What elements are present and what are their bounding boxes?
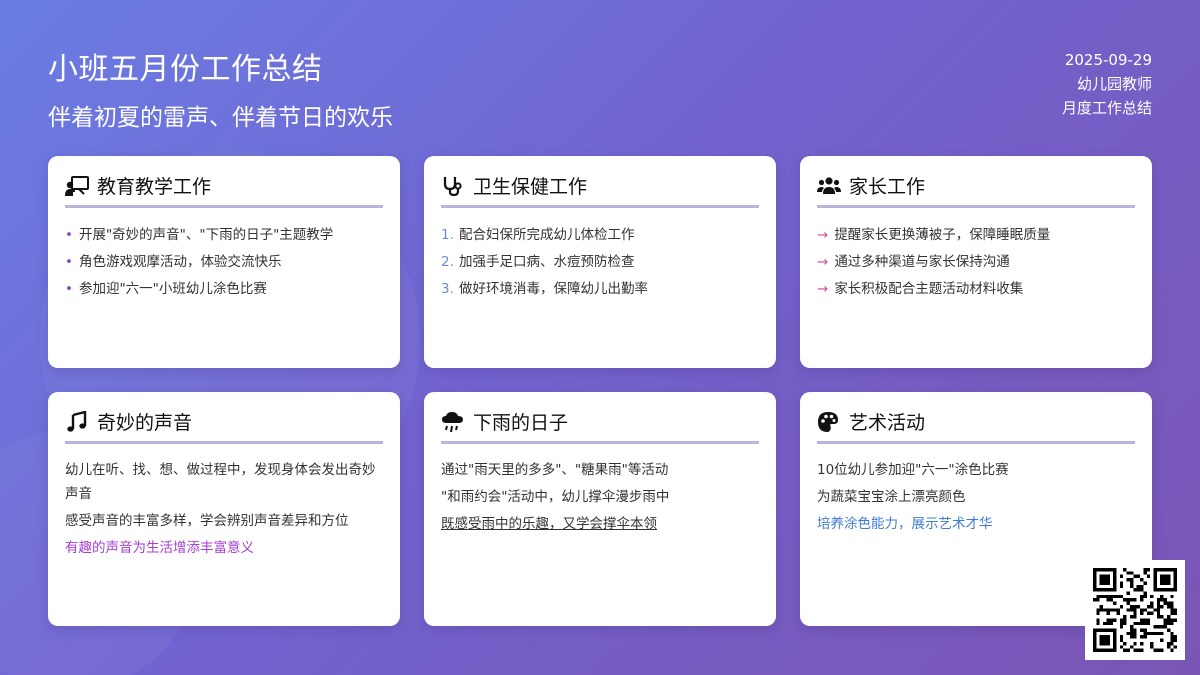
card-rain: 下雨的日子 通过"雨天里的多多"、"糖果雨"等活动 "和雨约会"活动中，幼儿撑伞… <box>424 392 776 626</box>
list-item: • 开展"奇妙的声音"、"下雨的日子"主题教学 <box>65 222 383 249</box>
card-header: 奇妙的声音 <box>65 408 383 444</box>
bullet-icon: • <box>65 281 73 297</box>
list-number: 3. <box>441 281 454 297</box>
paragraph: 10位幼儿参加迎"六一"涂色比赛 <box>817 462 1009 478</box>
card-header: 艺术活动 <box>817 408 1135 444</box>
list-item: 3. 做好环境消毒，保障幼儿出勤率 <box>441 276 759 303</box>
card-title: 下雨的日子 <box>473 412 569 434</box>
date-text: 2025-09-29 <box>1064 51 1152 69</box>
card-title: 家长工作 <box>849 176 926 198</box>
card-education: 教育教学工作 • 开展"奇妙的声音"、"下雨的日子"主题教学 • 角色游戏观摩活动，… <box>48 156 400 368</box>
author-text: 幼儿园教师 <box>1076 75 1152 93</box>
highlight-paragraph: 有趣的声音为生活增添丰富意义 <box>65 540 254 556</box>
music-note-icon <box>67 410 87 432</box>
card-header: 教育教学工作 <box>65 172 383 208</box>
paragraph: "和雨约会"活动中，幼儿撑伞漫步雨中 <box>441 489 670 505</box>
paragraph: 感受声音的丰富多样，学会辨别声音差异和方位 <box>65 513 349 529</box>
bullet-icon: • <box>65 254 73 270</box>
page-meta: 2025-09-29 幼儿园教师 月度工作总结 <box>1062 48 1152 120</box>
paragraph: 为蔬菜宝宝涂上漂亮颜色 <box>817 489 966 505</box>
list-item-text: 家长积极配合主题活动材料收集 <box>834 281 1024 297</box>
page-subtitle: 伴着初夏的雷声、伴着节日的欢乐 <box>48 105 393 131</box>
arrow-right-icon: → <box>817 227 829 243</box>
bullet-icon: • <box>65 227 73 243</box>
list-item: 1. 配合妇保所完成幼儿体检工作 <box>441 222 759 249</box>
list-item: → 提醒家长更换薄被子，保障睡眠质量 <box>817 222 1135 249</box>
card-header: 卫生保健工作 <box>441 172 759 208</box>
underlined-paragraph: 既感受雨中的乐趣，又学会撑伞本领 <box>441 516 657 532</box>
arrow-right-icon: → <box>817 254 829 270</box>
card-title: 教育教学工作 <box>97 176 212 198</box>
list-number: 1. <box>441 227 454 243</box>
list-number: 2. <box>441 254 454 270</box>
list-item-text: 开展"奇妙的声音"、"下雨的日子"主题教学 <box>78 227 334 243</box>
list-item: • 角色游戏观摩活动，体验交流快乐 <box>65 249 383 276</box>
card-health: 卫生保健工作 1. 配合妇保所完成幼儿体检工作 2. 加强手足口病、水痘预防检查 3… <box>424 156 776 368</box>
card-parents: 家长工作 → 提醒家长更换薄被子，保障睡眠质量 → 通过多种渠道与家长保持沟通 → 家… <box>800 156 1152 368</box>
palette-icon <box>818 411 838 432</box>
qr-code-icon <box>1085 560 1185 660</box>
highlight-paragraph: 培养涂色能力，展示艺术才华 <box>817 516 993 532</box>
stethoscope-icon <box>443 176 462 196</box>
arrow-right-icon: → <box>817 281 829 297</box>
doc-type-text: 月度工作总结 <box>1061 99 1152 117</box>
list-item-text: 通过多种渠道与家长保持沟通 <box>834 254 1010 270</box>
page-header: 小班五月份工作总结 伴着初夏的雷声、伴着节日的欢乐 <box>48 44 393 132</box>
card-title: 艺术活动 <box>849 412 926 434</box>
list-item-text: 角色游戏观摩活动，体验交流快乐 <box>78 254 282 270</box>
list-item-text: 提醒家长更换薄被子，保障睡眠质量 <box>834 227 1051 243</box>
paragraph: 幼儿在听、找、想、做过程中，发现身体会发出奇妙声音 <box>65 462 376 502</box>
card-title: 奇妙的声音 <box>97 412 193 434</box>
list-item: → 家长积极配合主题活动材料收集 <box>817 276 1135 303</box>
list-item: → 通过多种渠道与家长保持沟通 <box>817 249 1135 276</box>
card-list: → 提醒家长更换薄被子，保障睡眠质量 → 通过多种渠道与家长保持沟通 → 家长积极配合… <box>817 222 1135 303</box>
list-item-text: 配合妇保所完成幼儿体检工作 <box>459 227 635 243</box>
users-icon <box>817 176 841 194</box>
paragraph: 通过"雨天里的多多"、"糖果雨"等活动 <box>441 462 669 478</box>
card-list: 1. 配合妇保所完成幼儿体检工作 2. 加强手足口病、水痘预防检查 3. 做好环境消毒… <box>441 222 759 303</box>
card-header: 家长工作 <box>817 172 1135 208</box>
list-item-text: 参加迎"六一"小班幼儿涂色比赛 <box>78 281 267 297</box>
cloud-rain-icon <box>442 411 463 432</box>
card-list: • 开展"奇妙的声音"、"下雨的日子"主题教学 • 角色游戏观摩活动，体验交流快乐 … <box>65 222 383 303</box>
list-item-text: 做好环境消毒，保障幼儿出勤率 <box>459 281 648 297</box>
card-grid: 教育教学工作 • 开展"奇妙的声音"、"下雨的日子"主题教学 • 角色游戏观摩活动，… <box>48 156 1152 626</box>
page-title: 小班五月份工作总结 <box>48 52 323 87</box>
list-item-text: 加强手足口病、水痘预防检查 <box>459 254 635 270</box>
list-item: 2. 加强手足口病、水痘预防检查 <box>441 249 759 276</box>
card-sound: 奇妙的声音 幼儿在听、找、想、做过程中，发现身体会发出奇妙声音 感受声音的丰富多… <box>48 392 400 626</box>
card-header: 下雨的日子 <box>441 408 759 444</box>
card-title: 卫生保健工作 <box>473 176 588 198</box>
list-item: • 参加迎"六一"小班幼儿涂色比赛 <box>65 276 383 303</box>
teacher-board-icon <box>65 175 89 196</box>
